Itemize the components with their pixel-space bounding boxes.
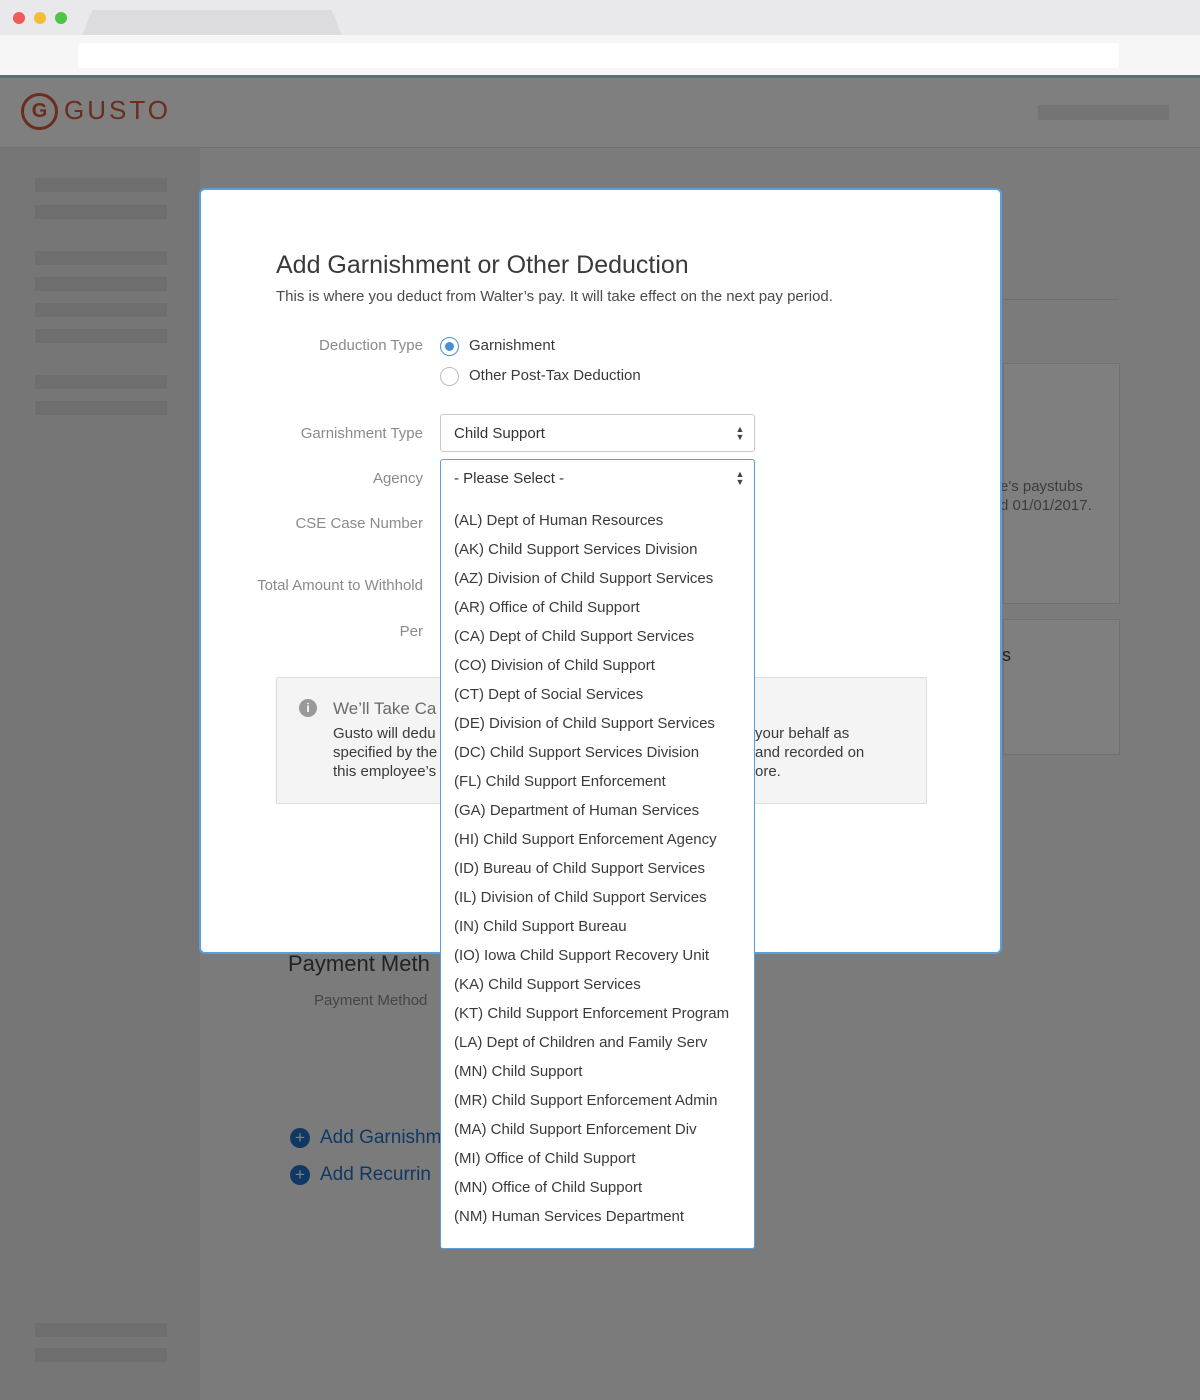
agency-option[interactable]: (AK) Child Support Services Division — [454, 541, 697, 558]
agency-option[interactable]: (CO) Division of Child Support — [454, 657, 655, 674]
agency-option[interactable]: (IN) Child Support Bureau — [454, 918, 627, 935]
agency-option[interactable]: (MA) Child Support Enforcement Div — [454, 1121, 697, 1138]
agency-option[interactable]: (DE) Division of Child Support Services — [454, 715, 715, 732]
garnishment-type-select[interactable]: Child Support ▲ ▼ — [440, 414, 755, 452]
agency-option[interactable]: (KA) Child Support Services — [454, 976, 641, 993]
agency-option[interactable]: (MI) Office of Child Support — [454, 1150, 635, 1167]
modal-subtitle: This is where you deduct from Walter’s p… — [276, 288, 833, 305]
agency-option[interactable]: (AZ) Division of Child Support Services — [454, 570, 713, 587]
garnishment-radio[interactable] — [440, 337, 459, 356]
agency-option[interactable]: (FL) Child Support Enforcement — [454, 773, 666, 790]
garnishment-type-value: Child Support — [454, 425, 545, 442]
agency-option[interactable]: (GA) Department of Human Services — [454, 802, 699, 819]
agency-option[interactable]: (AL) Dept of Human Resources — [454, 512, 663, 529]
deduction-type-label: Deduction Type — [319, 337, 423, 354]
agency-option[interactable]: (MN) Child Support — [454, 1063, 582, 1080]
info-icon: i — [299, 699, 317, 717]
agency-option[interactable]: (AR) Office of Child Support — [454, 599, 640, 616]
agency-option[interactable]: (MN) Office of Child Support — [454, 1179, 642, 1196]
agency-option[interactable]: (ID) Bureau of Child Support Services — [454, 860, 705, 877]
agency-select[interactable]: - Please Select - ▲ ▼ — [440, 459, 755, 497]
garnishment-type-label: Garnishment Type — [300, 425, 423, 442]
agency-option[interactable]: (DC) Child Support Services Division — [454, 744, 699, 761]
agency-dropdown-list[interactable]: (AL) Dept of Human Resources (AK) Child S… — [440, 494, 755, 1249]
maximize-window-button[interactable] — [55, 12, 67, 24]
agency-option[interactable]: (HI) Child Support Enforcement Agency — [454, 831, 717, 848]
total-amount-label: Total Amount to Withhold — [257, 577, 423, 594]
agency-option[interactable]: (KT) Child Support Enforcement Program — [454, 1005, 729, 1022]
agency-option[interactable]: (IO) Iowa Child Support Recovery Unit — [454, 947, 709, 964]
other-post-tax-radio-label[interactable]: Other Post-Tax Deduction — [469, 367, 641, 384]
agency-option[interactable]: (NM) Human Services Department — [454, 1208, 684, 1225]
case-number-label: CSE Case Number — [295, 515, 423, 532]
agency-option[interactable]: (CA) Dept of Child Support Services — [454, 628, 694, 645]
agency-label: Agency — [372, 470, 423, 487]
agency-option[interactable]: (CT) Dept of Social Services — [454, 686, 643, 703]
browser-chrome — [0, 0, 1200, 78]
select-arrows-icon: ▲ ▼ — [735, 424, 745, 442]
per-label: Per — [399, 623, 423, 640]
info-title: We’ll Take Ca — [333, 699, 437, 718]
agency-option[interactable]: (LA) Dept of Children and Family Serv — [454, 1034, 707, 1051]
browser-tab[interactable] — [82, 10, 342, 36]
agency-option[interactable]: (MR) Child Support Enforcement Admin — [454, 1092, 717, 1109]
address-bar[interactable] — [78, 43, 1119, 68]
agency-option[interactable]: (IL) Division of Child Support Services — [454, 889, 707, 906]
agency-value: - Please Select - — [454, 470, 565, 487]
minimize-window-button[interactable] — [34, 12, 46, 24]
close-window-button[interactable] — [13, 12, 25, 24]
modal-title: Add Garnishment or Other Deduction — [276, 251, 689, 279]
select-arrows-icon: ▲ ▼ — [735, 469, 745, 487]
other-post-tax-radio[interactable] — [440, 367, 459, 386]
garnishment-radio-label[interactable]: Garnishment — [469, 337, 555, 354]
